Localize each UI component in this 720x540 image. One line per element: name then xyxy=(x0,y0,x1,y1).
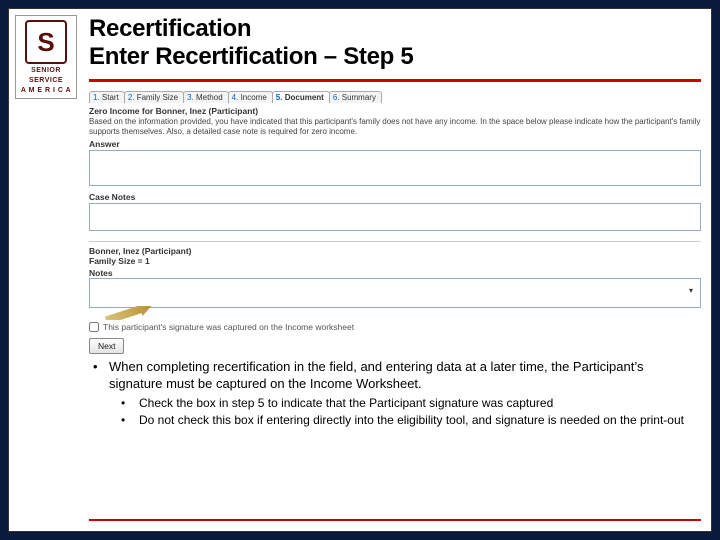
signature-checkbox[interactable] xyxy=(89,322,99,332)
notes-textarea[interactable] xyxy=(89,278,701,308)
title-underline xyxy=(89,79,701,82)
notes-label: Notes xyxy=(89,268,701,278)
dropdown-caret-icon[interactable]: ▾ xyxy=(689,286,693,295)
answer-textarea[interactable] xyxy=(89,150,701,186)
tab-family-size[interactable]: 2. Family Size xyxy=(124,91,184,103)
case-notes-label: Case Notes xyxy=(89,192,701,202)
tab-summary[interactable]: 6. Summary xyxy=(329,91,382,103)
footer-rule xyxy=(89,519,701,521)
embedded-screenshot: 1. Start 2. Family Size 3. Method 4. Inc… xyxy=(89,91,701,354)
signature-checkbox-label: This participant's signature was capture… xyxy=(103,322,354,332)
title-block: Recertification Enter Recertification – … xyxy=(89,15,701,70)
title-line2: Enter Recertification – Step 5 xyxy=(89,43,701,71)
logo: S SENIOR SERVICE A M E R I C A xyxy=(15,15,77,99)
case-notes-textarea[interactable] xyxy=(89,203,701,231)
zero-income-description: Based on the information provided, you h… xyxy=(89,117,701,136)
wizard-tabs: 1. Start 2. Family Size 3. Method 4. Inc… xyxy=(89,91,701,103)
logo-line1: SENIOR xyxy=(31,67,61,74)
title-line1: Recertification xyxy=(89,15,701,43)
bullet-sub1: Check the box in step 5 to indicate that… xyxy=(89,396,695,411)
logo-glyph: S xyxy=(25,20,67,64)
participant-name: Bonner, Inez (Participant) xyxy=(89,246,701,256)
bullet-sub2: Do not check this box if entering direct… xyxy=(89,413,695,428)
family-size: Family Size = 1 xyxy=(89,256,701,266)
tab-start[interactable]: 1. Start xyxy=(89,91,125,103)
signature-checkbox-row: This participant's signature was capture… xyxy=(89,322,701,332)
tab-document[interactable]: 5. Document xyxy=(272,91,330,103)
notes-bullets: When completing recertification in the f… xyxy=(89,359,695,428)
logo-line3: A M E R I C A xyxy=(21,87,71,94)
next-button[interactable]: Next xyxy=(89,338,124,354)
answer-label: Answer xyxy=(89,139,701,149)
slide: S SENIOR SERVICE A M E R I C A Recertifi… xyxy=(8,8,712,532)
zero-income-heading: Zero Income for Bonner, Inez (Participan… xyxy=(89,106,701,116)
section-divider xyxy=(89,241,701,242)
tab-method[interactable]: 3. Method xyxy=(183,91,229,103)
tab-income[interactable]: 4. Income xyxy=(228,91,273,103)
bullet-main: When completing recertification in the f… xyxy=(89,359,695,392)
logo-line2: SERVICE xyxy=(29,77,63,84)
